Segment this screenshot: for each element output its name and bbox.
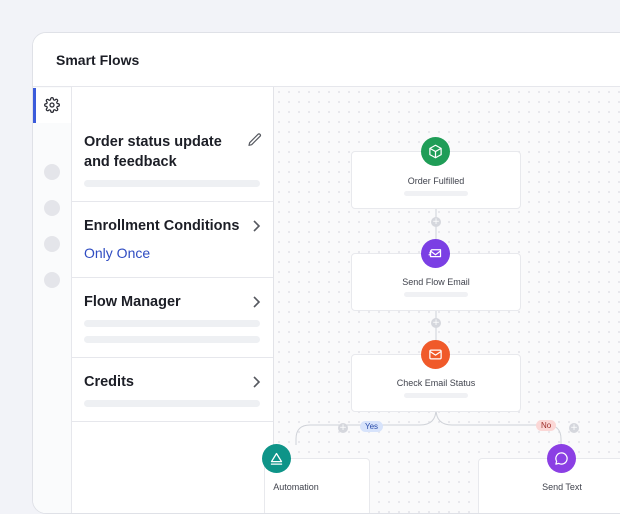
add-step-plus-icon[interactable]: +: [569, 423, 579, 433]
rail-item-5[interactable]: [44, 272, 60, 288]
enrollment-conditions-section[interactable]: Enrollment Conditions: [72, 202, 273, 278]
settings-icon: [44, 97, 60, 113]
send-text-icon: [547, 444, 576, 473]
flow-title-line-2: and feedback: [84, 154, 177, 170]
flow-manager-label: Flow Manager: [84, 294, 181, 310]
placeholder-line: [84, 336, 260, 343]
placeholder-line: [84, 180, 260, 187]
flow-canvas[interactable]: Order Fulfilled + Send Flow Email + Chec…: [262, 87, 620, 513]
package-icon: [429, 144, 442, 159]
mail-icon: [429, 349, 442, 360]
placeholder-line: [404, 292, 468, 297]
smart-flows-window: Smart Flows Order status update and feed…: [32, 32, 620, 514]
order-fulfilled-icon: [421, 137, 450, 166]
email-send-icon: [428, 249, 442, 258]
add-step-plus-icon[interactable]: +: [431, 318, 441, 328]
triangle-icon: [270, 452, 283, 465]
placeholder-line: [404, 393, 468, 398]
chevron-right-icon: [253, 376, 261, 388]
send-text-label: Send Text: [542, 482, 582, 492]
automation-icon: [262, 444, 291, 473]
automation-label: Automation: [273, 482, 319, 492]
add-step-plus-icon[interactable]: +: [431, 217, 441, 227]
rail-item-3[interactable]: [44, 200, 60, 216]
check-email-status-label: Check Email Status: [396, 378, 476, 388]
check-email-status-icon: [421, 340, 450, 369]
app-title: Smart Flows: [56, 52, 140, 68]
send-flow-email-icon: [421, 239, 450, 268]
order-fulfilled-label: Order Fulfilled: [407, 176, 465, 186]
flow-title-section: Order status update and feedback: [72, 87, 273, 202]
send-flow-email-label: Send Flow Email: [402, 277, 470, 287]
yes-branch-badge: Yes: [360, 421, 384, 432]
rail-item-2[interactable]: [44, 164, 60, 180]
credits-section[interactable]: Credits: [72, 358, 273, 422]
add-step-plus-icon[interactable]: +: [338, 423, 348, 433]
placeholder-line: [84, 320, 260, 327]
chevron-right-icon: [253, 220, 261, 232]
enrollment-conditions-label: Enrollment Conditions: [84, 218, 240, 234]
edit-pencil-icon[interactable]: [247, 132, 263, 148]
chat-icon: [555, 452, 568, 465]
app-header: Smart Flows: [33, 33, 620, 87]
placeholder-line: [404, 191, 468, 196]
placeholder-line: [84, 400, 260, 407]
side-rail: [33, 87, 72, 513]
flow-manager-section[interactable]: Flow Manager: [72, 278, 273, 358]
rail-item-4[interactable]: [44, 236, 60, 252]
flow-settings-panel: Order status update and feedback Enrollm…: [72, 87, 274, 513]
enrollment-value: Only Once: [84, 245, 151, 261]
rail-item-settings[interactable]: [33, 88, 71, 123]
chevron-right-icon: [253, 296, 261, 308]
no-branch-badge: No: [536, 420, 557, 431]
flow-title-line-1: Order status update: [84, 134, 222, 150]
credits-label: Credits: [84, 374, 134, 390]
